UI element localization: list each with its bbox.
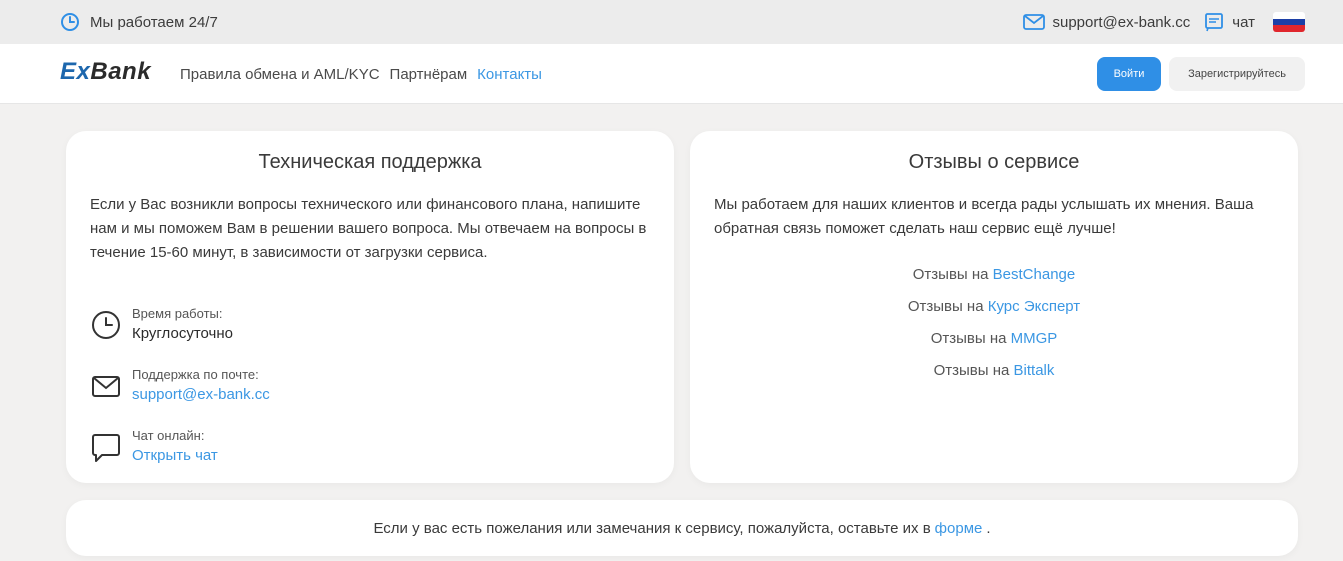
login-button[interactable]: Войти (1097, 57, 1161, 91)
review-link-bestchange[interactable]: BestChange (993, 266, 1076, 283)
feedback-card: Если у вас есть пожелания или замечания … (66, 500, 1298, 556)
clock-icon (61, 13, 79, 31)
chat-icon[interactable] (1204, 12, 1224, 32)
working-hours-row: Время работы: Круглосуточно (90, 305, 233, 345)
nav-partners[interactable]: Партнёрам (390, 66, 468, 83)
clock-icon (92, 311, 120, 339)
topbar-email-link[interactable]: support@ex-bank.cc (1053, 14, 1191, 31)
chat-bubble-icon (92, 434, 120, 462)
reviews-description: Мы работаем для наших клиентов и всегда … (714, 196, 1254, 237)
working-hours-label: Время работы: (132, 306, 223, 321)
open-chat-link[interactable]: Открыть чат (132, 447, 218, 464)
main-header: ExBank Правила обмена и AML/KYC Партнёра… (0, 44, 1343, 104)
review-link-mmgp[interactable]: MMGP (1011, 330, 1058, 347)
flag-blue-stripe (1273, 18, 1305, 26)
support-description: Если у Вас возникли вопросы технического… (90, 196, 647, 261)
review-item-mmgp: Отзывы на MMGP (690, 323, 1298, 355)
email-support-row: Поддержка по почте: support@ex-bank.cc (90, 366, 270, 406)
support-email-link[interactable]: support@ex-bank.cc (132, 386, 270, 403)
logo[interactable]: ExBank (60, 58, 151, 86)
support-title: Техническая поддержка (258, 151, 482, 173)
logo-bank: Bank (90, 58, 152, 85)
nav-rules[interactable]: Правила обмена и AML/KYC (180, 66, 380, 83)
reviews-title: Отзывы о сервисе (908, 151, 1080, 173)
working-hours-text: Мы работаем 24/7 (90, 13, 218, 31)
review-link-bittalk[interactable]: Bittalk (1014, 362, 1055, 379)
feedback-form-link[interactable]: форме (935, 520, 983, 537)
working-hours: Мы работаем 24/7 (60, 0, 218, 44)
flag-red-stripe (1273, 25, 1305, 32)
review-item-bestchange: Отзывы на BestChange (690, 259, 1298, 291)
feedback-text-row: Если у вас есть пожелания или замечания … (66, 500, 1298, 556)
review-prefix: Отзывы на (912, 266, 989, 283)
chat-online-label: Чат онлайн: (132, 428, 205, 443)
chat-online-row: Чат онлайн: Открыть чат (90, 427, 218, 467)
working-hours-value: Круглосуточно (132, 325, 233, 342)
review-item-kurs-expert: Отзывы на Курс Эксперт (690, 291, 1298, 323)
review-prefix: Отзывы на (930, 330, 1007, 347)
register-button[interactable]: Зарегистрируйтесь (1169, 57, 1305, 91)
mail-icon[interactable] (1022, 14, 1045, 30)
language-flag-button[interactable] (1273, 12, 1305, 32)
flag-white-stripe (1273, 12, 1305, 19)
logo-ex: Ex (60, 58, 91, 85)
review-item-bittalk: Отзывы на Bittalk (690, 355, 1298, 387)
topbar-chat-link[interactable]: чат (1232, 14, 1255, 31)
review-link-kurs-expert[interactable]: Курс Эксперт (988, 298, 1080, 315)
main-nav: Правила обмена и AML/KYC Партнёрам Конта… (180, 44, 542, 104)
reviews-card: Отзывы о сервисе Мы работаем для наших к… (690, 131, 1298, 483)
feedback-text: Если у вас есть пожелания или замечания … (373, 519, 931, 537)
mail-icon (92, 376, 120, 397)
review-prefix: Отзывы на (907, 298, 984, 315)
email-support-label: Поддержка по почте: (132, 367, 259, 382)
nav-contacts[interactable]: Контакты (477, 66, 542, 83)
top-bar: Мы работаем 24/7 support@ex-bank.cc чат (0, 0, 1343, 44)
support-card: Техническая поддержка Если у Вас возникл… (66, 131, 674, 483)
feedback-suffix: . (986, 519, 991, 537)
review-links-list: Отзывы на BestChange Отзывы на Курс Эксп… (690, 259, 1298, 387)
review-prefix: Отзывы на (933, 362, 1010, 379)
